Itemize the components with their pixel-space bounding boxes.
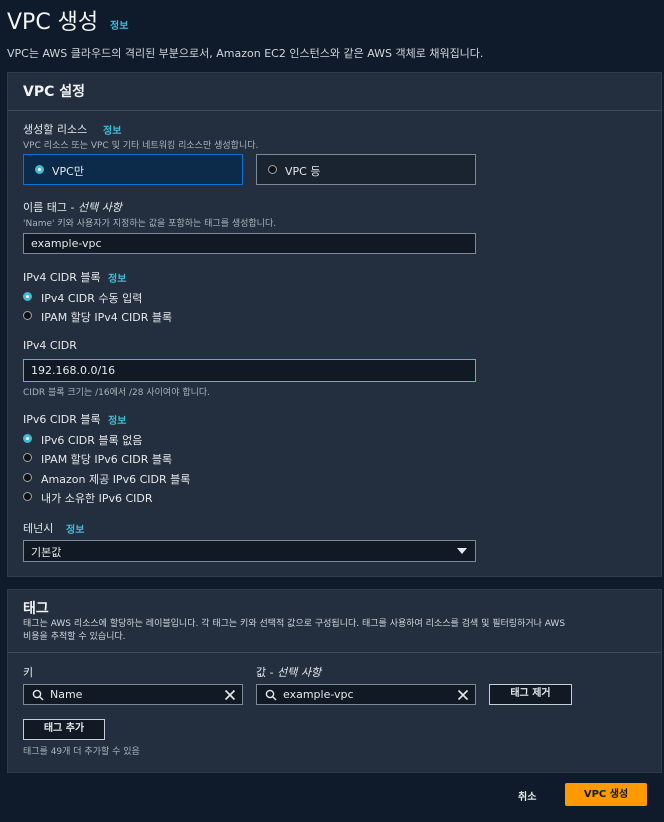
tenancy-info-link[interactable]: 정보 (66, 521, 84, 536)
caret-down-icon (457, 548, 467, 554)
clear-icon[interactable] (457, 689, 469, 701)
create-vpc-button[interactable]: VPC 생성 (565, 783, 647, 806)
ipv4-cidr-label: IPv4 CIDR (23, 339, 77, 352)
clear-icon[interactable] (224, 689, 236, 701)
ipv4-block-label: IPv4 CIDR 블록 (23, 271, 101, 284)
radio-ipv4-manual-label: IPv4 CIDR 수동 입력 (41, 292, 143, 305)
name-tag-label-text: 이름 태그 - (23, 201, 78, 214)
vpc-settings-header: VPC 설정 (8, 73, 661, 111)
radio-ipv4-ipam-label: IPAM 할당 IPv4 CIDR 블록 (41, 311, 173, 324)
radio-ipv4-ipam-dot[interactable] (23, 311, 32, 320)
option-vpc-and-more[interactable]: VPC 등 (256, 154, 476, 185)
radio-vpc-only[interactable] (35, 165, 44, 174)
option-vpc-only-label: VPC만 (52, 165, 84, 178)
page-info-link[interactable]: 정보 (110, 17, 128, 32)
ipv6-block-info-link[interactable]: 정보 (108, 412, 126, 427)
tag-value-label: 값 - 선택 사항 (256, 664, 321, 680)
radio-ipv6-ipam-label: IPAM 할당 IPv6 CIDR 블록 (41, 453, 173, 466)
radio-ipv6-amazon-label: Amazon 제공 IPv6 CIDR 블록 (41, 473, 191, 486)
name-tag-optional: 선택 사항 (77, 201, 122, 214)
radio-ipv4-manual-dot[interactable] (23, 292, 32, 301)
ipv6-block-label: IPv6 CIDR 블록 (23, 413, 101, 426)
tag-key-label: 키 (23, 666, 34, 679)
tag-value-input[interactable]: example-vpc (256, 684, 476, 705)
name-tag-label: 이름 태그 - 선택 사항 (23, 199, 122, 215)
ipv4-cidr-input[interactable]: 192.168.0.0/16 (23, 359, 476, 382)
radio-ipv6-ipam-dot[interactable] (23, 453, 32, 462)
search-icon (265, 689, 277, 701)
resources-info-link[interactable]: 정보 (103, 122, 121, 137)
tag-value-label-text: 값 - (256, 666, 278, 679)
radio-ipv6-amazon-dot[interactable] (23, 473, 32, 482)
tag-value-input-value: example-vpc (283, 688, 354, 701)
tag-key-input[interactable]: Name (23, 684, 243, 705)
name-tag-input-value: example-vpc (31, 237, 102, 250)
search-icon (32, 689, 44, 701)
ipv4-block-info-link[interactable]: 정보 (108, 270, 126, 285)
name-tag-input[interactable]: example-vpc (23, 233, 476, 254)
option-vpc-only[interactable]: VPC만 (23, 154, 243, 185)
vpc-settings-title: VPC 설정 (23, 84, 86, 100)
tag-value-optional: 선택 사항 (277, 666, 322, 679)
tenancy-label: 테넌시 (23, 522, 54, 535)
resources-label: 생성할 리소스 (23, 123, 88, 136)
tags-description-line1: 태그는 AWS 리소스에 할당하는 레이블입니다. 각 태그는 키와 선택적 값… (23, 619, 566, 629)
tags-description-line2: 비용을 추적할 수 있습니다. (23, 632, 126, 642)
radio-ipv6-none-label: IPv6 CIDR 블록 없음 (41, 434, 143, 447)
radio-ipv6-byo-label: 내가 소유한 IPv6 CIDR (41, 492, 153, 505)
tag-key-input-value: Name (50, 688, 83, 701)
ipv4-cidr-input-value: 192.168.0.0/16 (31, 364, 116, 377)
page-subtitle: VPC는 AWS 클라우드의 격리된 부분으로서, Amazon EC2 인스턴… (7, 47, 484, 60)
page-title: VPC 생성 (7, 10, 99, 35)
tags-title: 태그 (23, 601, 49, 617)
tenancy-select-value: 기본값 (31, 546, 62, 559)
tenancy-select[interactable]: 기본값 (23, 540, 476, 562)
cancel-button[interactable]: 취소 (518, 788, 536, 803)
radio-ipv6-none-dot[interactable] (23, 434, 32, 443)
remove-tag-button[interactable]: 태그 제거 (489, 684, 572, 705)
add-tag-button[interactable]: 태그 추가 (23, 719, 105, 740)
tags-remaining: 태그를 49개 더 추가할 수 있음 (23, 747, 140, 757)
ipv4-cidr-hint: CIDR 블록 크기는 /16에서 /28 사이여야 합니다. (23, 388, 211, 398)
option-vpc-and-more-label: VPC 등 (285, 165, 321, 178)
radio-vpc-and-more[interactable] (268, 165, 277, 174)
resources-description: VPC 리소스 또는 VPC 및 기타 네트워킹 리소스만 생성합니다. (23, 141, 259, 151)
radio-ipv6-byo-dot[interactable] (23, 492, 32, 501)
name-tag-description: 'Name' 키와 사용자가 지정하는 값을 포함하는 태그를 생성합니다. (23, 219, 277, 229)
